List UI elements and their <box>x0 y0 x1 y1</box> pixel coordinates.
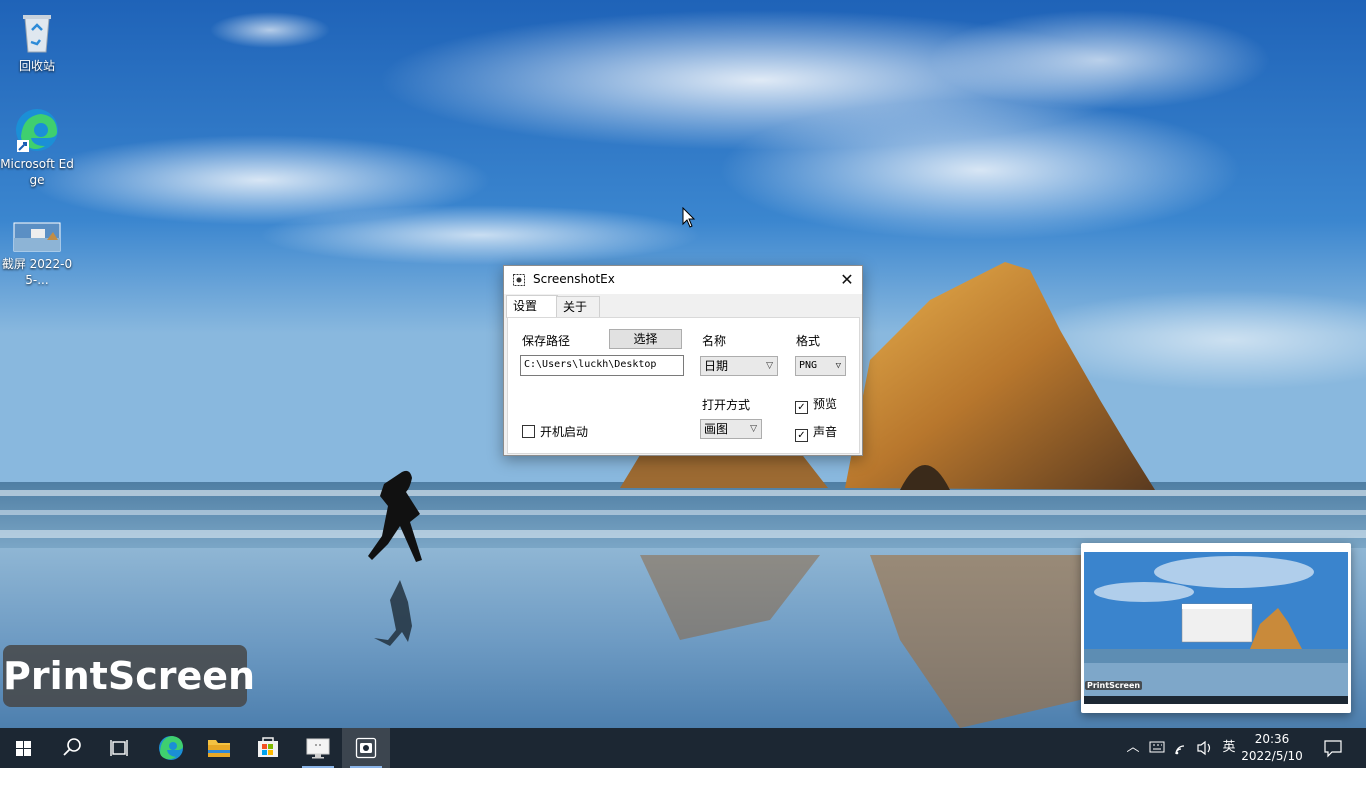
sound-checkbox[interactable]: ✓ 声音 <box>795 425 837 442</box>
format-dropdown-value: PNG <box>799 360 818 371</box>
checkbox-checked-icon: ✓ <box>795 429 808 442</box>
store-icon <box>258 737 278 757</box>
choose-path-button[interactable]: 选择 <box>609 329 682 349</box>
app-camera-icon <box>513 274 525 286</box>
chevron-down-icon: ▽ <box>766 361 773 371</box>
input-indicator-button[interactable] <box>1147 728 1167 768</box>
clock-date: 2022/5/10 <box>1241 749 1303 763</box>
clock[interactable]: 20:36 2022/5/10 <box>1238 731 1306 765</box>
wifi-icon <box>1175 745 1185 755</box>
taskbar-store[interactable] <box>244 728 292 768</box>
taskbar: ︿ 英 20:36 2022/5/10 <box>0 728 1366 768</box>
notification-icon <box>1324 740 1342 758</box>
preview-label: 预览 <box>813 397 838 411</box>
windows-logo-icon <box>16 741 31 756</box>
image-thumbnail-icon <box>13 222 61 254</box>
format-dropdown[interactable]: PNG ▽ <box>795 356 846 376</box>
volume-button[interactable] <box>1195 728 1215 768</box>
task-view-button[interactable] <box>96 728 144 768</box>
edge-shortcut[interactable]: Microsoft Edge <box>0 106 74 188</box>
task-view-icon <box>110 740 128 756</box>
tab-settings[interactable]: 设置 <box>506 295 558 318</box>
choose-path-button-label: 选择 <box>633 332 658 346</box>
search-icon <box>63 738 81 756</box>
screenshotex-icon <box>355 737 377 759</box>
name-dropdown-value: 日期 <box>704 359 729 373</box>
screenshot-file-label: 截屏 2022-05-... <box>1 257 73 287</box>
printscreen-badge-text: PrintScreen <box>3 654 256 698</box>
edge-browser-icon <box>13 106 61 154</box>
save-path-label: 保存路径 <box>522 334 571 348</box>
recycle-bin-label: 回收站 <box>18 59 55 73</box>
window-title: ScreenshotEx <box>533 272 615 286</box>
preview-thumbnail: PrintScreen <box>1084 552 1348 704</box>
close-button[interactable]: ✕ <box>832 266 862 294</box>
recycle-bin-icon <box>13 8 61 56</box>
display-app-icon <box>306 738 330 759</box>
search-button[interactable] <box>48 728 96 768</box>
name-dropdown[interactable]: 日期 ▽ <box>700 356 778 376</box>
name-label: 名称 <box>702 334 727 348</box>
format-label: 格式 <box>796 334 821 348</box>
taskbar-display-app[interactable] <box>294 728 342 768</box>
autostart-label: 开机启动 <box>540 425 589 439</box>
taskbar-file-explorer[interactable] <box>195 728 243 768</box>
taskbar-edge[interactable] <box>147 728 195 768</box>
sound-label: 声音 <box>813 425 838 439</box>
tab-about[interactable]: 关于 <box>556 296 600 317</box>
open-with-label: 打开方式 <box>702 398 751 412</box>
edge-icon <box>159 736 183 760</box>
save-path-field[interactable]: C:\Users\luckh\Desktop <box>520 355 684 376</box>
clock-time: 20:36 <box>1254 732 1290 746</box>
chevron-up-icon: ︿ <box>1126 740 1140 755</box>
keyboard-language-icon <box>1149 741 1165 753</box>
start-button[interactable] <box>0 728 48 768</box>
open-with-dropdown[interactable]: 画图 ▽ <box>700 419 762 439</box>
title-bar[interactable]: ScreenshotEx ✕ <box>504 266 862 294</box>
show-hidden-icons-button[interactable]: ︿ <box>1124 728 1142 768</box>
checkbox-checked-icon: ✓ <box>795 401 808 414</box>
preview-checkbox[interactable]: ✓ 预览 <box>795 397 837 414</box>
autostart-checkbox[interactable]: 开机启动 <box>522 425 588 439</box>
chevron-down-icon: ▽ <box>835 361 841 371</box>
recycle-bin-shortcut[interactable]: 回收站 <box>0 8 74 74</box>
save-path-value: C:\Users\luckh\Desktop <box>524 359 657 370</box>
screenshot-preview-popup[interactable]: PrintScreen <box>1081 543 1351 713</box>
screenshotex-window: ScreenshotEx ✕ 设置 关于 保存路径 选择 C:\Users\lu… <box>503 265 863 456</box>
tab-settings-label: 设置 <box>513 299 538 313</box>
network-button[interactable] <box>1172 728 1194 768</box>
printscreen-key-badge: PrintScreen <box>3 645 255 707</box>
ime-mode-text: 英 <box>1222 740 1236 755</box>
settings-panel: 保存路径 选择 C:\Users\luckh\Desktop 名称 日期 ▽ 格… <box>507 317 860 454</box>
screenshot-file-shortcut[interactable]: 截屏 2022-05-... <box>0 222 74 288</box>
file-explorer-icon <box>208 740 230 757</box>
edge-label: Microsoft Edge <box>0 157 74 187</box>
action-center-button[interactable] <box>1318 728 1348 768</box>
checkbox-unchecked-icon <box>522 425 535 438</box>
chevron-down-icon: ▽ <box>750 424 757 434</box>
taskbar-screenshotex[interactable] <box>342 728 390 768</box>
speaker-icon <box>1197 740 1211 756</box>
mouse-cursor-icon <box>682 207 696 228</box>
ime-mode-button[interactable]: 英 <box>1218 728 1240 768</box>
close-icon: ✕ <box>840 270 854 289</box>
preview-badge-text: PrintScreen <box>1085 681 1143 690</box>
tab-about-label: 关于 <box>563 300 588 314</box>
open-with-dropdown-value: 画图 <box>704 422 729 436</box>
